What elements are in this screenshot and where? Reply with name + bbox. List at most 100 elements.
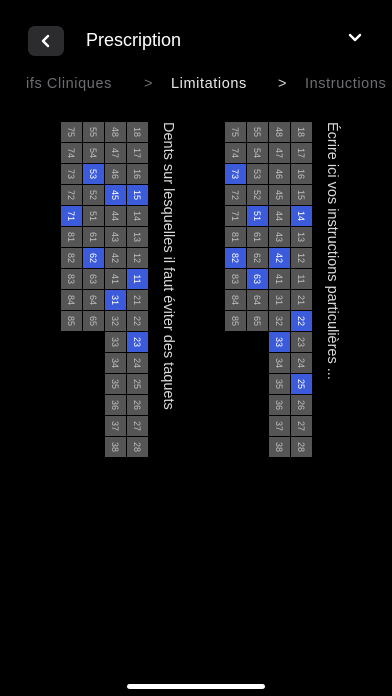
tooth-24[interactable]: 24 <box>291 353 312 374</box>
tooth-38[interactable]: 38 <box>105 437 126 458</box>
tooth-14[interactable]: 14 <box>291 206 312 227</box>
tooth-65[interactable]: 65 <box>247 311 268 332</box>
tooth-32[interactable]: 32 <box>105 311 126 332</box>
tooth-24[interactable]: 24 <box>127 353 148 374</box>
tooth-41[interactable]: 41 <box>105 269 126 290</box>
tooth-37[interactable]: 37 <box>105 416 126 437</box>
tooth-75[interactable]: 75 <box>225 122 246 143</box>
tooth-84[interactable]: 84 <box>225 290 246 311</box>
tooth-13[interactable]: 13 <box>291 227 312 248</box>
tooth-71[interactable]: 71 <box>225 206 246 227</box>
tooth-13[interactable]: 13 <box>127 227 148 248</box>
tooth-54[interactable]: 54 <box>83 143 104 164</box>
tooth-17[interactable]: 17 <box>127 143 148 164</box>
tooth-84[interactable]: 84 <box>61 290 82 311</box>
tooth-51[interactable]: 51 <box>83 206 104 227</box>
tooth-85[interactable]: 85 <box>225 311 246 332</box>
instructions-note[interactable]: Dents sur lesquelles il faut éviter des … <box>160 122 176 410</box>
tooth-35[interactable]: 35 <box>269 374 290 395</box>
tooth-47[interactable]: 47 <box>269 143 290 164</box>
tooth-64[interactable]: 64 <box>247 290 268 311</box>
tooth-18[interactable]: 18 <box>291 122 312 143</box>
tooth-14[interactable]: 14 <box>127 206 148 227</box>
tooth-46[interactable]: 46 <box>269 164 290 185</box>
tooth-18[interactable]: 18 <box>127 122 148 143</box>
instructions-note[interactable]: Écrire ici vos instructions particulière… <box>324 122 340 380</box>
tooth-65[interactable]: 65 <box>83 311 104 332</box>
tooth-53[interactable]: 53 <box>247 164 268 185</box>
tooth-43[interactable]: 43 <box>269 227 290 248</box>
tooth-51[interactable]: 51 <box>247 206 268 227</box>
tooth-73[interactable]: 73 <box>61 164 82 185</box>
tooth-81[interactable]: 81 <box>61 227 82 248</box>
tooth-34[interactable]: 34 <box>269 353 290 374</box>
tooth-72[interactable]: 72 <box>61 185 82 206</box>
tooth-75[interactable]: 75 <box>61 122 82 143</box>
tooth-23[interactable]: 23 <box>291 332 312 353</box>
tooth-11[interactable]: 11 <box>127 269 148 290</box>
tooth-73[interactable]: 73 <box>225 164 246 185</box>
tooth-61[interactable]: 61 <box>247 227 268 248</box>
tooth-21[interactable]: 21 <box>291 290 312 311</box>
tooth-41[interactable]: 41 <box>269 269 290 290</box>
tooth-31[interactable]: 31 <box>105 290 126 311</box>
tooth-28[interactable]: 28 <box>291 437 312 458</box>
tooth-11[interactable]: 11 <box>291 269 312 290</box>
tooth-71[interactable]: 71 <box>61 206 82 227</box>
tooth-25[interactable]: 25 <box>127 374 148 395</box>
tooth-82[interactable]: 82 <box>225 248 246 269</box>
tooth-15[interactable]: 15 <box>127 185 148 206</box>
tooth-53[interactable]: 53 <box>83 164 104 185</box>
tooth-36[interactable]: 36 <box>105 395 126 416</box>
tooth-48[interactable]: 48 <box>269 122 290 143</box>
tooth-74[interactable]: 74 <box>225 143 246 164</box>
tooth-23[interactable]: 23 <box>127 332 148 353</box>
tooth-26[interactable]: 26 <box>127 395 148 416</box>
tooth-45[interactable]: 45 <box>269 185 290 206</box>
tooth-46[interactable]: 46 <box>105 164 126 185</box>
tooth-15[interactable]: 15 <box>291 185 312 206</box>
tooth-38[interactable]: 38 <box>269 437 290 458</box>
tooth-43[interactable]: 43 <box>105 227 126 248</box>
tooth-72[interactable]: 72 <box>225 185 246 206</box>
tooth-33[interactable]: 33 <box>269 332 290 353</box>
tooth-25[interactable]: 25 <box>291 374 312 395</box>
tooth-82[interactable]: 82 <box>61 248 82 269</box>
tooth-12[interactable]: 12 <box>127 248 148 269</box>
tooth-26[interactable]: 26 <box>291 395 312 416</box>
tooth-32[interactable]: 32 <box>269 311 290 332</box>
tooth-42[interactable]: 42 <box>269 248 290 269</box>
tooth-55[interactable]: 55 <box>247 122 268 143</box>
tooth-62[interactable]: 62 <box>247 248 268 269</box>
tooth-12[interactable]: 12 <box>291 248 312 269</box>
tooth-62[interactable]: 62 <box>83 248 104 269</box>
tooth-17[interactable]: 17 <box>291 143 312 164</box>
tooth-44[interactable]: 44 <box>269 206 290 227</box>
tooth-31[interactable]: 31 <box>269 290 290 311</box>
tooth-35[interactable]: 35 <box>105 374 126 395</box>
tooth-22[interactable]: 22 <box>291 311 312 332</box>
tooth-34[interactable]: 34 <box>105 353 126 374</box>
tooth-22[interactable]: 22 <box>127 311 148 332</box>
tooth-47[interactable]: 47 <box>105 143 126 164</box>
tooth-81[interactable]: 81 <box>225 227 246 248</box>
tooth-27[interactable]: 27 <box>291 416 312 437</box>
tooth-64[interactable]: 64 <box>83 290 104 311</box>
tooth-28[interactable]: 28 <box>127 437 148 458</box>
tooth-33[interactable]: 33 <box>105 332 126 353</box>
tooth-63[interactable]: 63 <box>247 269 268 290</box>
tooth-61[interactable]: 61 <box>83 227 104 248</box>
tooth-85[interactable]: 85 <box>61 311 82 332</box>
tooth-48[interactable]: 48 <box>105 122 126 143</box>
tooth-16[interactable]: 16 <box>127 164 148 185</box>
tooth-63[interactable]: 63 <box>83 269 104 290</box>
tooth-44[interactable]: 44 <box>105 206 126 227</box>
tooth-54[interactable]: 54 <box>247 143 268 164</box>
tooth-27[interactable]: 27 <box>127 416 148 437</box>
tooth-16[interactable]: 16 <box>291 164 312 185</box>
tooth-83[interactable]: 83 <box>225 269 246 290</box>
tooth-36[interactable]: 36 <box>269 395 290 416</box>
tooth-45[interactable]: 45 <box>105 185 126 206</box>
tooth-21[interactable]: 21 <box>127 290 148 311</box>
tooth-55[interactable]: 55 <box>83 122 104 143</box>
